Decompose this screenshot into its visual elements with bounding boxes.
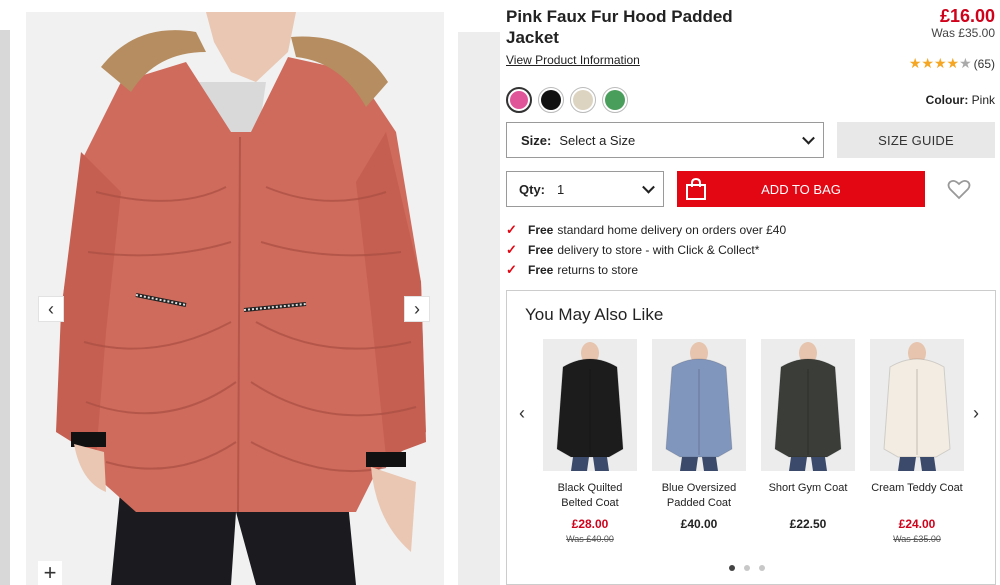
swatch-fill	[510, 91, 528, 109]
chevron-down-icon	[802, 131, 815, 145]
carousel-pagination	[729, 565, 765, 571]
star-icon: ★	[933, 55, 947, 71]
was-price: Was £35.00	[931, 26, 995, 40]
recommendation-image	[761, 339, 855, 471]
recommendation-image	[543, 339, 637, 471]
delivery-item: ✓ Free returns to store	[506, 260, 786, 280]
delivery-bold: Free	[528, 243, 554, 257]
add-to-bag-button[interactable]: ADD TO BAG	[677, 171, 925, 207]
gallery-prev-button[interactable]: ‹	[38, 296, 64, 322]
check-icon: ✓	[506, 262, 517, 277]
recommendation-price: £28.00	[571, 517, 609, 531]
size-label: Size:	[521, 132, 552, 148]
star-icon: ★	[921, 55, 934, 71]
recommendation-image	[652, 339, 746, 471]
recommendation-card[interactable]: Cream Teddy Coat £24.00 Was £35.00	[870, 339, 964, 544]
swatch-fill	[573, 90, 593, 110]
recommendation-price: £40.00	[680, 517, 718, 531]
colour-swatch-pink[interactable]	[506, 87, 532, 113]
recommendation-card[interactable]: Short Gym Coat £22.50	[761, 339, 855, 531]
check-icon: ✓	[506, 222, 517, 237]
product-image-gallery: ‹ › +	[0, 0, 500, 585]
delivery-text: delivery to store - with Click & Collect…	[557, 243, 760, 257]
check-icon: ✓	[506, 242, 517, 257]
swatch-fill	[541, 90, 561, 110]
rating-stars: ★★★★★	[909, 56, 972, 71]
colour-swatch-cream[interactable]	[570, 87, 596, 113]
plus-icon: +	[43, 560, 57, 585]
shopping-bag-icon	[686, 178, 706, 200]
main-product-image[interactable]	[26, 12, 444, 585]
colour-label-text: Colour:	[925, 93, 969, 107]
colour-value: Pink	[971, 93, 995, 107]
recommendations-title: You May Also Like	[525, 305, 664, 324]
chevron-left-icon: ‹	[48, 298, 54, 319]
delivery-item: ✓ Free standard home delivery on orders ov…	[506, 220, 786, 240]
delivery-text: standard home delivery on orders over £4…	[557, 223, 787, 237]
carousel-dot[interactable]	[744, 565, 750, 571]
next-image-edge	[458, 32, 500, 585]
recommendation-price: £24.00	[898, 517, 936, 531]
recommendation-was-price: Was £40.00	[566, 534, 614, 544]
recommendation-name: Cream Teddy Coat	[871, 482, 963, 494]
qty-value: 1	[557, 181, 565, 197]
star-icon: ★	[946, 55, 960, 71]
chevron-right-icon: ›	[414, 298, 420, 319]
colour-swatch-black[interactable]	[538, 87, 564, 113]
recommendation-card[interactable]: Blue Oversized Padded Coat £40.00	[652, 339, 746, 531]
size-select[interactable]: Size: Select a Size	[506, 122, 824, 158]
star-icon: ★	[908, 55, 922, 71]
delivery-item: ✓ Free delivery to store - with Click & Co…	[506, 240, 786, 260]
product-price: £16.00	[939, 6, 995, 26]
heart-icon[interactable]	[947, 178, 971, 200]
star-icon: ★	[959, 55, 972, 71]
add-to-bag-label: ADD TO BAG	[761, 181, 841, 197]
colour-label: Colour: Pink	[926, 93, 995, 107]
size-guide-button[interactable]: SIZE GUIDE	[837, 122, 995, 158]
product-rating[interactable]: ★★★★★ (65)	[909, 56, 995, 71]
recommendation-price: £22.50	[789, 517, 827, 531]
chevron-left-icon[interactable]: ‹	[519, 403, 525, 424]
carousel-dot[interactable]	[759, 565, 765, 571]
delivery-bold: Free	[528, 223, 554, 237]
recommendation-name: Black Quilted Belted Coat	[557, 482, 623, 509]
delivery-text: returns to store	[557, 263, 639, 277]
recommendation-image	[870, 339, 964, 471]
carousel-dot[interactable]	[729, 565, 735, 571]
quantity-select[interactable]: Qty: 1	[506, 171, 664, 207]
delivery-info-list: ✓ Free standard home delivery on orders ov…	[506, 220, 786, 280]
view-product-information-link[interactable]: View Product Information	[506, 53, 640, 67]
recommendation-name: Short Gym Coat	[768, 482, 848, 494]
swatch-fill	[605, 90, 625, 110]
chevron-right-icon[interactable]: ›	[973, 403, 979, 424]
jacket-illustration	[26, 12, 444, 585]
gallery-next-button[interactable]: ›	[404, 296, 430, 322]
size-value: Select a Size	[559, 132, 636, 148]
previous-image-edge	[0, 30, 10, 585]
colour-swatches	[506, 87, 628, 113]
review-count: (65)	[973, 56, 995, 71]
chevron-down-icon	[642, 180, 655, 194]
recommendation-was-price: Was £35.00	[893, 534, 941, 544]
recommendation-name: Blue Oversized Padded Coat	[661, 482, 737, 509]
qty-label: Qty:	[519, 181, 545, 197]
zoom-button[interactable]: +	[38, 560, 62, 585]
you-may-also-like-panel: You May Also Like ‹ › Black Quilted Belt…	[506, 290, 996, 585]
delivery-bold: Free	[528, 263, 554, 277]
product-title: Pink Faux Fur Hood Padded Jacket	[506, 7, 733, 47]
recommendation-card[interactable]: Black Quilted Belted Coat £28.00 Was £40.0…	[543, 339, 637, 544]
colour-swatch-green[interactable]	[602, 87, 628, 113]
